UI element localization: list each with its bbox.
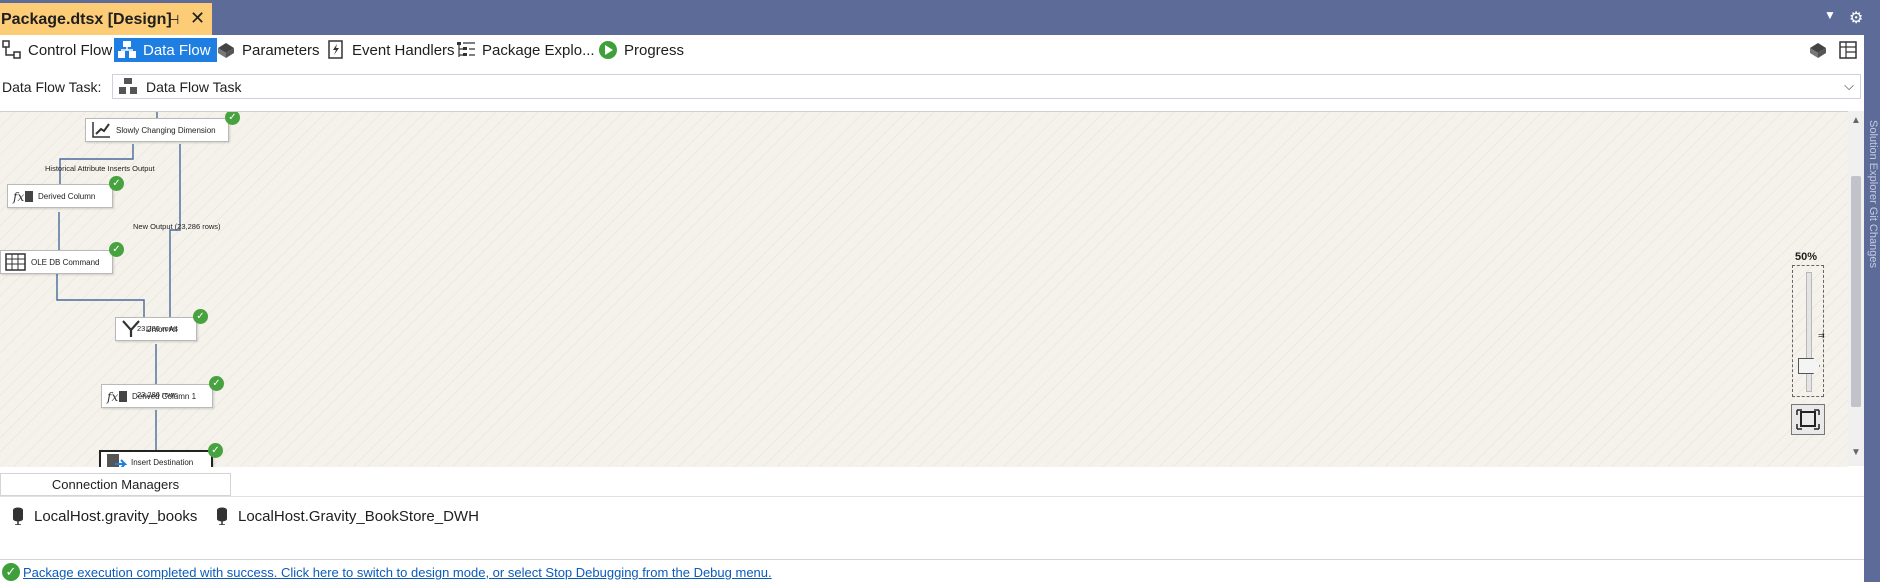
scroll-down-arrow-icon[interactable]: ▼: [1851, 447, 1861, 458]
component-name: Insert Destination: [131, 457, 194, 467]
connection-manager-icon: [12, 507, 24, 526]
component-name: Slowly Changing Dimension: [116, 125, 216, 135]
canvas-vertical-scrollbar[interactable]: ▲ ▼: [1848, 111, 1864, 466]
data-flow-task-label: Data Flow Task:: [2, 79, 102, 95]
variables-icon[interactable]: [1808, 40, 1828, 65]
data-flow-canvas[interactable]: Slowly Changing Dimension ✓ fx Derived C…: [0, 111, 1848, 467]
fit-to-window-icon: [1796, 409, 1820, 430]
slowly-changing-dimension-icon: [90, 120, 112, 140]
control-flow-icon: [2, 40, 22, 60]
component-ole-db-command[interactable]: OLE DB Command ✓: [0, 242, 124, 274]
data-flow-task-value: Data Flow Task: [146, 79, 242, 95]
data-flow-task-icon: [119, 78, 137, 95]
tab-event-handlers[interactable]: Event Handlers: [326, 38, 455, 62]
tab-package-explorer[interactable]: Package Explo...: [456, 38, 595, 62]
side-panel-label[interactable]: Solution Explorer Git Changes: [1865, 120, 1879, 268]
component-name: OLE DB Command: [31, 257, 100, 267]
switch-to-design-mode-link[interactable]: Package execution completed with success…: [23, 565, 772, 580]
tab-label: Data Flow: [143, 41, 211, 59]
tab-list-dropdown-icon[interactable]: ▼: [1824, 8, 1836, 22]
tab-label: Control Flow: [28, 41, 113, 59]
connection-manager-item[interactable]: LocalHost.Gravity_BookStore_DWH: [216, 507, 479, 526]
data-path-connectors: [55, 112, 181, 457]
success-check-icon: ✓: [2, 563, 20, 581]
scroll-up-arrow-icon[interactable]: ▲: [1851, 115, 1861, 126]
connection-manager-name: LocalHost.gravity_books: [34, 507, 198, 525]
progress-icon: [598, 40, 618, 60]
chevron-down-icon[interactable]: ⌵: [1844, 78, 1854, 94]
derived-column-icon: fx: [12, 186, 34, 206]
ole-db-command-icon: [5, 252, 27, 272]
tab-label: Package Explo...: [482, 41, 595, 59]
derived-column-icon: fx: [106, 386, 128, 406]
execution-status-bar: ✓ Package execution completed with succe…: [0, 559, 1864, 583]
close-icon[interactable]: ✕: [190, 8, 205, 29]
tab-label: Progress: [624, 41, 685, 59]
connection-managers-panel[interactable]: LocalHost.gravity_books LocalHost.Gravit…: [0, 496, 1864, 560]
tab-progress[interactable]: Progress: [598, 38, 684, 62]
ole-db-destination-icon: [105, 452, 128, 467]
path-label-rows[interactable]: 23,286 rows: [137, 390, 178, 399]
scrollbar-thumb[interactable]: [1851, 176, 1861, 407]
tab-control-flow[interactable]: Control Flow: [2, 38, 112, 62]
pin-icon[interactable]: ⊣: [168, 12, 179, 28]
path-label-rows[interactable]: 23,286 rows: [137, 324, 178, 333]
svg-text:fx: fx: [106, 390, 118, 404]
zoom-default-tick: ⇉: [1818, 331, 1825, 340]
document-tab[interactable]: Package.dtsx [Design] ⊣ ✕: [0, 3, 212, 38]
tab-label: Parameters: [242, 41, 320, 59]
parameters-icon: [216, 40, 236, 60]
designer-tab-bar: Control Flow Data Flow Parameters Event …: [0, 35, 1864, 65]
zoom-slider-thumb[interactable]: [1798, 358, 1820, 374]
component-name: Derived Column: [38, 191, 96, 201]
zoom-slider-track[interactable]: [1806, 272, 1812, 392]
package-explorer-icon: [456, 40, 476, 60]
document-tab-strip: [0, 0, 1880, 35]
tab-parameters[interactable]: Parameters: [216, 38, 320, 62]
toolbox-icon[interactable]: [1838, 40, 1858, 65]
component-insert-destination[interactable]: Insert Destination ✓: [99, 443, 223, 467]
document-tab-title: Package.dtsx [Design]: [1, 11, 172, 28]
success-check-icon: ✓: [109, 176, 124, 191]
connection-manager-item[interactable]: LocalHost.gravity_books: [12, 507, 198, 526]
side-panel-strip: [1864, 35, 1880, 582]
tab-data-flow[interactable]: Data Flow: [114, 38, 217, 62]
connection-manager-icon: [216, 507, 228, 526]
success-check-icon: ✓: [109, 242, 124, 257]
connection-managers-tab[interactable]: Connection Managers: [0, 473, 231, 496]
path-label-historical[interactable]: Historical Attribute Inserts Output: [45, 164, 155, 173]
component-slowly-changing-dimension[interactable]: Slowly Changing Dimension ✓: [85, 112, 240, 142]
zoom-to-fit-button[interactable]: [1791, 404, 1825, 435]
path-label-new-output[interactable]: New Output (23,286 rows): [133, 222, 221, 231]
svg-text:fx: fx: [12, 190, 24, 204]
success-check-icon: ✓: [208, 443, 223, 458]
success-check-icon: ✓: [193, 309, 208, 324]
success-check-icon: ✓: [209, 376, 224, 391]
connection-manager-name: LocalHost.Gravity_BookStore_DWH: [238, 507, 479, 525]
zoom-slider[interactable]: ⇉: [1792, 265, 1825, 397]
tab-label: Event Handlers: [352, 41, 455, 59]
zoom-level-label: 50%: [1795, 251, 1818, 263]
event-handlers-icon: [326, 40, 346, 60]
data-flow-icon: [117, 40, 137, 60]
component-derived-column[interactable]: fx Derived Column ✓: [7, 176, 124, 208]
data-flow-task-select[interactable]: Data Flow Task ⌵: [112, 74, 1861, 99]
gear-icon[interactable]: ⚙: [1849, 8, 1863, 28]
